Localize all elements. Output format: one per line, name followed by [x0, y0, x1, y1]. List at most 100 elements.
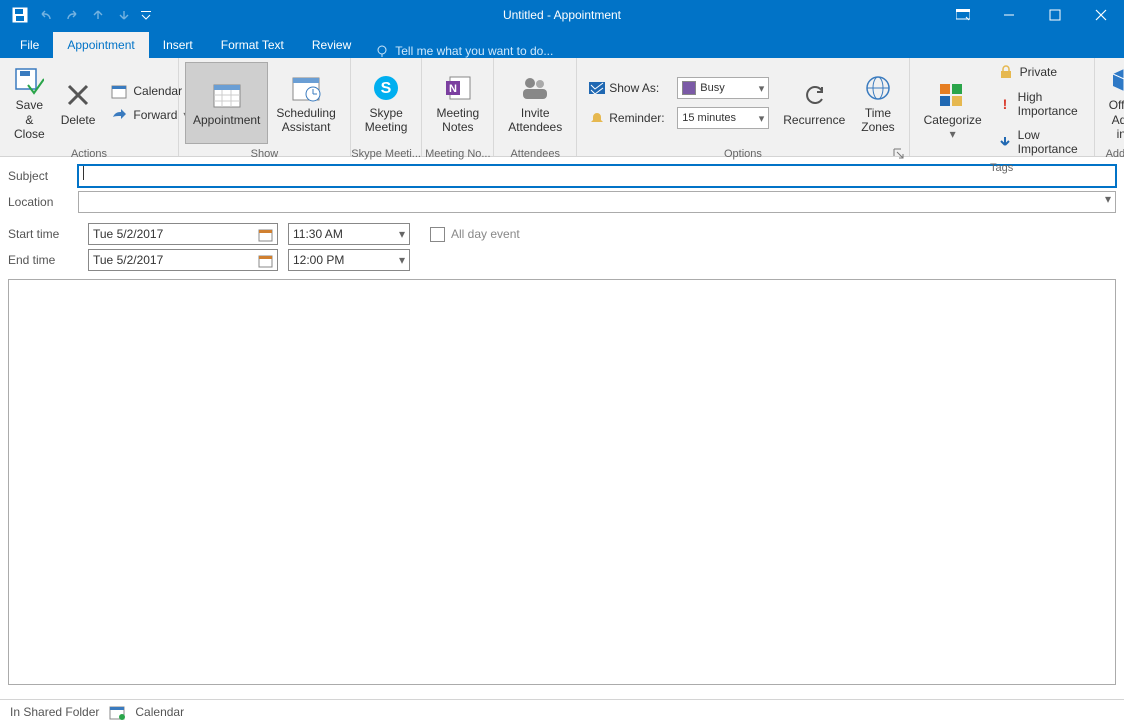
prev-item-icon[interactable]: [86, 3, 110, 27]
reminder-label: Reminder:: [609, 111, 673, 125]
calendar-picker-icon[interactable]: [258, 227, 273, 242]
group-attendees: Invite Attendees Attendees: [494, 58, 577, 156]
tab-insert[interactable]: Insert: [149, 32, 207, 58]
start-date-input[interactable]: Tue 5/2/2017: [88, 223, 278, 245]
busy-swatch-icon: [682, 81, 696, 95]
start-time-input[interactable]: 11:30 AM ▾: [288, 223, 410, 245]
end-time-input[interactable]: 12:00 PM ▾: [288, 249, 410, 271]
delete-button[interactable]: Delete: [53, 62, 104, 144]
tab-review[interactable]: Review: [298, 32, 365, 58]
svg-text:S: S: [381, 80, 392, 97]
end-date-input[interactable]: Tue 5/2/2017: [88, 249, 278, 271]
ribbon-tabs: File Appointment Insert Format Text Revi…: [0, 30, 1124, 58]
end-time-label: End time: [8, 253, 78, 267]
chevron-down-icon: ▾: [745, 82, 765, 95]
globe-icon: [865, 72, 891, 104]
attendees-icon: [520, 72, 550, 104]
group-label-actions: Actions: [0, 148, 178, 162]
group-label-tags: Tags: [910, 162, 1094, 176]
private-button[interactable]: Private: [994, 62, 1084, 82]
next-item-icon[interactable]: [112, 3, 136, 27]
meeting-notes-button[interactable]: N Meeting Notes: [428, 62, 487, 144]
forward-icon: [111, 107, 127, 123]
appointment-form: Subject Location ▾ Start time Tue 5/2/20…: [0, 157, 1124, 685]
lightbulb-icon: [375, 44, 389, 58]
calendar-icon: [109, 704, 125, 720]
subject-label: Subject: [8, 169, 78, 183]
tab-appointment[interactable]: Appointment: [53, 32, 148, 58]
onenote-icon: N: [444, 72, 472, 104]
recurrence-button[interactable]: Recurrence: [775, 62, 853, 144]
checkbox-icon: [430, 227, 445, 242]
all-day-checkbox[interactable]: All day event: [430, 227, 520, 242]
chevron-down-icon: ▾: [950, 127, 956, 141]
group-options: Show As: Busy ▾ Reminder: 15 minutes ▾: [577, 58, 909, 156]
group-label-show: Show: [179, 148, 350, 162]
group-meeting-notes: N Meeting Notes Meeting No...: [422, 58, 494, 156]
status-folder-label: In Shared Folder: [10, 705, 99, 719]
categorize-icon: [940, 79, 966, 111]
chevron-down-icon[interactable]: ▾: [1105, 192, 1111, 212]
recurrence-icon: [800, 79, 828, 111]
appointment-body-textarea[interactable]: [8, 279, 1116, 685]
status-calendar-label[interactable]: Calendar: [135, 705, 184, 719]
start-time-label: Start time: [8, 227, 78, 241]
group-label-skype: Skype Meeti...: [351, 148, 422, 162]
window-controls: [940, 0, 1124, 30]
office-addins-button[interactable]: Office Add-ins: [1101, 62, 1124, 144]
location-label: Location: [8, 195, 78, 209]
undo-icon[interactable]: [34, 3, 58, 27]
reminder-icon: [589, 110, 605, 126]
showas-label: Show As:: [609, 81, 673, 95]
save-close-icon: [14, 64, 44, 96]
chevron-down-icon: ▾: [745, 112, 765, 125]
tab-format-text[interactable]: Format Text: [207, 32, 298, 58]
group-addins: Office Add-ins Add-ins: [1095, 58, 1124, 156]
high-importance-button[interactable]: ! High Importance: [994, 88, 1084, 120]
group-actions: Save & Close Delete Calendar: [0, 58, 179, 156]
categorize-button[interactable]: Categorize ▾: [916, 69, 990, 151]
skype-icon: S: [372, 72, 400, 104]
calendar-icon: [111, 83, 127, 99]
reminder-combo[interactable]: 15 minutes ▾: [677, 107, 769, 129]
group-label-notes: Meeting No...: [422, 148, 493, 162]
skype-meeting-button[interactable]: S Skype Meeting: [357, 62, 416, 144]
delete-icon: [65, 79, 91, 111]
low-importance-icon: [998, 134, 1012, 150]
save-and-close-button[interactable]: Save & Close: [6, 62, 53, 144]
save-icon[interactable]: [8, 3, 32, 27]
title-bar: Untitled - Appointment: [0, 0, 1124, 30]
group-label-options: Options: [577, 148, 908, 162]
tab-file[interactable]: File: [6, 32, 53, 58]
location-input[interactable]: ▾: [78, 191, 1116, 213]
lock-icon: [998, 64, 1014, 80]
group-label-addins: Add-ins: [1095, 148, 1124, 162]
maximize-button[interactable]: [1032, 0, 1078, 30]
group-skype: S Skype Meeting Skype Meeti...: [351, 58, 423, 156]
minimize-button[interactable]: [986, 0, 1032, 30]
svg-text:!: !: [1002, 97, 1007, 111]
group-label-attendees: Attendees: [494, 148, 576, 162]
svg-text:N: N: [449, 83, 457, 95]
scheduling-icon: [291, 72, 321, 104]
close-button[interactable]: [1078, 0, 1124, 30]
invite-attendees-button[interactable]: Invite Attendees: [500, 62, 570, 144]
low-importance-button[interactable]: Low Importance: [994, 126, 1084, 158]
ribbon-display-options-icon[interactable]: [940, 0, 986, 30]
tell-me-search[interactable]: Tell me what you want to do...: [365, 44, 563, 58]
scheduling-assistant-button[interactable]: Scheduling Assistant: [268, 62, 343, 144]
high-importance-icon: !: [998, 96, 1012, 112]
group-show: Appointment Scheduling Assistant Show: [179, 58, 351, 156]
addins-icon: [1111, 64, 1124, 96]
quick-access-toolbar: [0, 3, 154, 27]
appointment-view-button[interactable]: Appointment: [185, 62, 268, 144]
dialog-launcher-icon[interactable]: [893, 148, 905, 160]
chevron-down-icon: ▾: [399, 227, 405, 241]
chevron-down-icon: ▾: [399, 253, 405, 267]
time-zones-button[interactable]: Time Zones: [853, 62, 902, 144]
calendar-picker-icon[interactable]: [258, 253, 273, 268]
redo-icon[interactable]: [60, 3, 84, 27]
showas-combo[interactable]: Busy ▾: [677, 77, 769, 99]
showas-icon: [589, 80, 605, 96]
qat-customize-icon[interactable]: [138, 3, 154, 27]
